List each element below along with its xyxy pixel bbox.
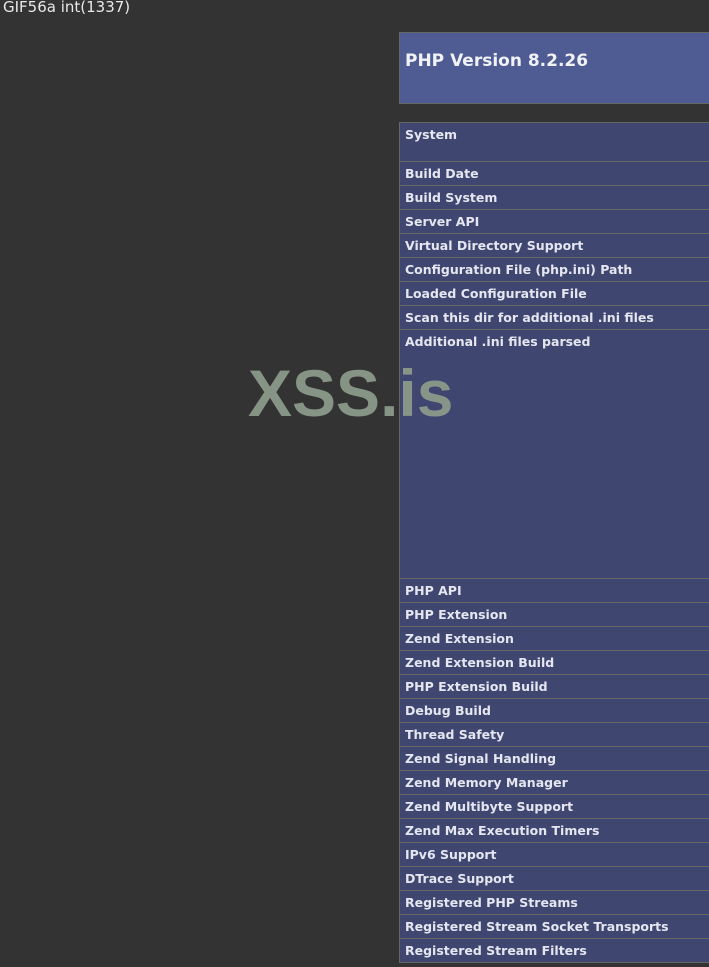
row-label-registered-php-streams: Registered PHP Streams: [405, 895, 578, 910]
row-label-virtual-directory-support: Virtual Directory Support: [405, 238, 584, 253]
table-row: PHP Extension: [400, 603, 709, 627]
table-row: Virtual Directory Support: [400, 234, 709, 258]
table-row: DTrace Support: [400, 867, 709, 891]
row-label-zend-extension: Zend Extension: [405, 631, 514, 646]
row-label-ipv6-support: IPv6 Support: [405, 847, 497, 862]
php-version-header: PHP Version 8.2.26: [399, 32, 709, 104]
phpinfo-page: GIF56a int(1337) PHP Version 8.2.26 Syst…: [0, 0, 709, 967]
table-row: Configuration File (php.ini) Path: [400, 258, 709, 282]
row-label-php-api: PHP API: [405, 583, 462, 598]
row-label-config-file-path: Configuration File (php.ini) Path: [405, 262, 633, 277]
script-output-text: GIF56a int(1337): [3, 0, 131, 16]
row-label-registered-stream-filters: Registered Stream Filters: [405, 943, 587, 958]
row-label-additional-ini-files: Additional .ini files parsed: [405, 334, 591, 349]
row-label-zend-max-execution-timers: Zend Max Execution Timers: [405, 823, 600, 838]
table-row: Registered PHP Streams: [400, 891, 709, 915]
table-row: System: [400, 123, 709, 162]
row-label-build-date: Build Date: [405, 166, 479, 181]
row-label-debug-build: Debug Build: [405, 703, 491, 718]
row-label-build-system: Build System: [405, 190, 498, 205]
table-row: IPv6 Support: [400, 843, 709, 867]
table-row: Build System: [400, 186, 709, 210]
php-info-table: System Build Date Build System Server AP…: [399, 122, 709, 963]
table-row: Zend Memory Manager: [400, 771, 709, 795]
row-label-zend-signal-handling: Zend Signal Handling: [405, 751, 557, 766]
row-label-registered-socket-transports: Registered Stream Socket Transports: [405, 919, 669, 934]
table-row: Thread Safety: [400, 723, 709, 747]
table-row: Scan this dir for additional .ini files: [400, 306, 709, 330]
table-row: Zend Max Execution Timers: [400, 819, 709, 843]
row-label-loaded-config-file: Loaded Configuration File: [405, 286, 587, 301]
row-label-thread-safety: Thread Safety: [405, 727, 505, 742]
row-label-php-extension-build: PHP Extension Build: [405, 679, 548, 694]
row-label-zend-memory-manager: Zend Memory Manager: [405, 775, 568, 790]
table-row: Server API: [400, 210, 709, 234]
row-label-zend-extension-build: Zend Extension Build: [405, 655, 555, 670]
row-label-zend-multibyte-support: Zend Multibyte Support: [405, 799, 574, 814]
table-row: Zend Extension: [400, 627, 709, 651]
table-row: Zend Multibyte Support: [400, 795, 709, 819]
table-row: PHP API: [400, 579, 709, 603]
table-row: Registered Stream Filters: [400, 939, 709, 963]
row-label-system: System: [405, 127, 458, 142]
table-row: Loaded Configuration File: [400, 282, 709, 306]
table-row: Build Date: [400, 162, 709, 186]
xss-is-watermark: XSS.is: [248, 356, 454, 430]
table-row: Debug Build: [400, 699, 709, 723]
table-row: Zend Signal Handling: [400, 747, 709, 771]
row-label-scan-dir: Scan this dir for additional .ini files: [405, 310, 654, 325]
row-label-dtrace-support: DTrace Support: [405, 871, 514, 886]
row-label-php-extension: PHP Extension: [405, 607, 508, 622]
table-row: Zend Extension Build: [400, 651, 709, 675]
row-label-server-api: Server API: [405, 214, 480, 229]
php-version-title: PHP Version 8.2.26: [405, 51, 589, 71]
table-row: PHP Extension Build: [400, 675, 709, 699]
table-row: Registered Stream Socket Transports: [400, 915, 709, 939]
